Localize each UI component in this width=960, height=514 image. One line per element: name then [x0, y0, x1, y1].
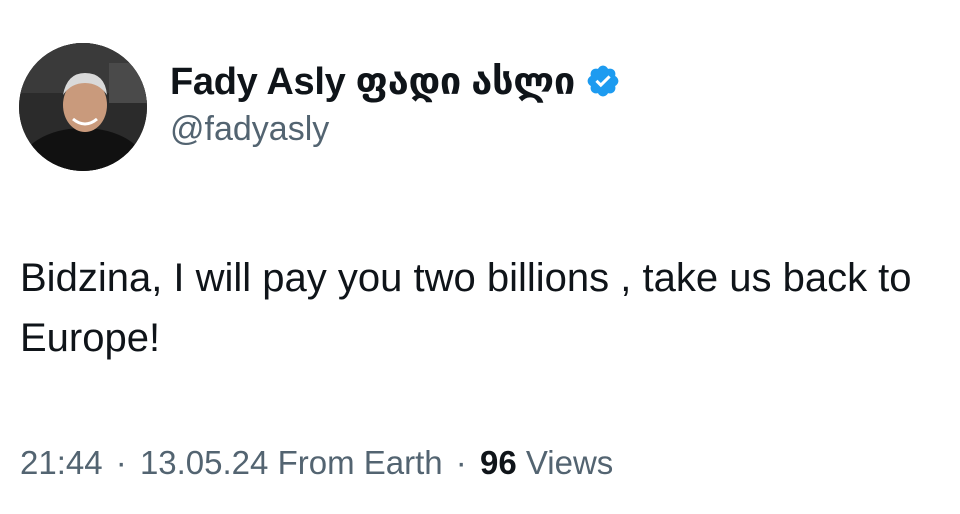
- avatar[interactable]: [19, 43, 147, 171]
- user-handle[interactable]: @fadyasly: [170, 110, 621, 149]
- tweet-date[interactable]: 13.05.24: [140, 444, 268, 481]
- meta-separator: ·: [115, 444, 127, 481]
- name-row: Fady Asly ფადი ასლი: [170, 56, 621, 106]
- display-name[interactable]: Fady Asly ფადი ასლი: [170, 59, 575, 104]
- tweet-card: Fady Asly ფადი ასლი @fadyasly Bidzina, I…: [0, 0, 960, 514]
- tweet-source: From Earth: [277, 444, 443, 481]
- views-count: 96: [479, 444, 517, 481]
- tweet-time[interactable]: 21:44: [20, 444, 103, 481]
- verified-badge-icon: [585, 63, 621, 99]
- meta-separator: ·: [455, 444, 467, 481]
- author-header: Fady Asly ფადი ასლი @fadyasly: [170, 56, 621, 149]
- avatar-photo: [19, 43, 147, 171]
- tweet-text: Bidzina, I will pay you two billions , t…: [20, 256, 912, 360]
- tweet-meta: 21:44 · 13.05.24 From Earth · 96 Views: [20, 444, 613, 482]
- views-label: Views: [525, 444, 614, 481]
